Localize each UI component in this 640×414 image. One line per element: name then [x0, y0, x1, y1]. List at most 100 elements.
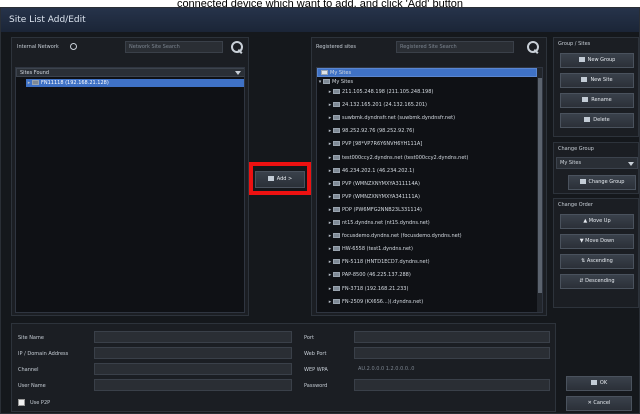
ip-domain-field[interactable] [94, 347, 292, 359]
sites-found-label: Sites Found [20, 70, 50, 76]
rename-button[interactable]: Rename [560, 93, 634, 108]
internal-network-label: Internal Network [17, 44, 59, 50]
folder-icon [321, 70, 328, 75]
device-label: FN11118 (192.168.21.128) [41, 80, 109, 86]
user-name-label: User Name [18, 383, 46, 389]
network-site-search-input[interactable]: Network Site Search [125, 41, 223, 53]
registered-site-search-input[interactable]: Registered Site Search [396, 41, 514, 53]
root-label: My Sites [330, 70, 352, 76]
site-icon [333, 220, 340, 225]
registered-site-label: PVP [98*VP7R6Y6NVH6YH111A] [342, 141, 423, 148]
registered-site-label: 24.132.165.201 (24.132.165.201) [342, 102, 428, 109]
root-dropdown[interactable]: My Sites [317, 68, 537, 77]
registered-site-label: 98.252.92.76 (98.252.92.76) [342, 128, 415, 135]
user-name-field[interactable] [94, 379, 292, 391]
new-site-label: New Site [590, 77, 613, 83]
sites-found-dropdown[interactable]: Sites Found [16, 68, 244, 77]
registered-site-label: HW-6558 (test1.dyndns.net) [342, 246, 413, 253]
registered-site-row[interactable]: ▸ test000ccy2.dyndns.net (test000ccy2.dyn… [327, 154, 468, 162]
delete-button[interactable]: Delete [560, 113, 634, 128]
site-icon [333, 193, 340, 199]
registered-site-label: FN-3718 (192.168.21.233) [342, 285, 409, 292]
registered-site-label: 211.105.248.198 (211.105.248.198) [342, 89, 434, 95]
registered-site-row[interactable]: ▸ PDP (PW6MFG2NNB23L331114) [327, 206, 422, 214]
registered-site-row[interactable]: ▸ suwbmk.dyndnsfr.net (suwbmk.dyndnsfr.ne… [327, 114, 455, 122]
port-label: Port [304, 335, 314, 341]
tree-row-device[interactable]: ▸ FN11118 (192.168.21.128) [26, 79, 244, 87]
registered-site-row[interactable]: ▸ FN-3718 (192.168.21.233) [327, 285, 408, 293]
search-icon[interactable] [526, 40, 539, 53]
scrollbar-thumb[interactable] [538, 78, 542, 293]
ok-icon [590, 380, 597, 385]
registered-site-row[interactable]: ▸ 98.252.92.76 (98.252.92.76) [327, 127, 414, 135]
registered-site-row[interactable]: ▸ nt15.dyndns.net (nt15.dyndns.net) [327, 219, 430, 227]
descending-button[interactable]: ⇵ Descending [560, 274, 634, 289]
move-up-button[interactable]: ▲ Move Up [560, 214, 634, 229]
move-down-label: Move Down [585, 238, 615, 244]
group-label: My Sites [332, 79, 354, 85]
cancel-button[interactable]: ✕ Cancel [566, 396, 632, 411]
tree-group-row[interactable]: ▾ My Sites [317, 78, 353, 86]
registered-sites-label: Registered sites [316, 44, 356, 50]
new-site-button[interactable]: New Site [560, 73, 634, 88]
change-group-button[interactable]: Change Group [568, 175, 636, 190]
ip-domain-label: IP / Domain Address [18, 351, 69, 357]
registered-site-row[interactable]: ▸ 46.234.202.1 (46.234.202.1) [327, 167, 414, 175]
vertical-scrollbar[interactable] [537, 68, 542, 312]
registered-site-row[interactable]: ▸ PAP-8500 (46.225.137.288) [327, 271, 411, 279]
registered-site-row[interactable]: ▸ HW-6558 (test1.dyndns.net) [327, 245, 413, 253]
registered-site-row[interactable]: ▸ PVP [98*VP7R6Y6NVH6YH111A] [327, 140, 422, 148]
internal-network-tree[interactable]: Sites Found ▸ FN11118 (192.168.21.128) [15, 67, 245, 313]
wep-wpa-field[interactable]: AU.2.0.0.0 1.2.0.0.0..0 [354, 363, 550, 375]
web-port-label: Web Port [304, 351, 327, 357]
window-title: Site List Add/Edit [9, 15, 86, 25]
registered-site-row[interactable]: ▸ 211.105.248.198 (211.105.248.198) [327, 88, 433, 96]
ascending-button[interactable]: ⇅ Ascending [560, 254, 634, 269]
use-p2p-checkbox[interactable] [18, 399, 25, 406]
change-order-title: Change Order [558, 202, 593, 208]
registered-site-row[interactable]: ▸ PVP (WMNZXNYMXYA341111A) [327, 193, 420, 201]
search-icon[interactable] [230, 40, 243, 53]
change-order-panel: Change Order ▲ Move Up ▼ Move Down ⇅ Asc… [553, 198, 639, 308]
site-icon [333, 285, 340, 291]
registered-site-row[interactable]: ▸ 24.132.165.201 (24.132.165.201) [327, 101, 427, 109]
rename-label: Rename [591, 97, 612, 103]
internal-network-panel: Internal Network Network Site Search Sit… [11, 37, 249, 316]
ok-label: OK [599, 380, 608, 386]
new-group-button[interactable]: New Group [560, 53, 634, 68]
registered-site-row[interactable]: ▸ focusdemo.dyndns.net (focusdemo.dyndns.… [327, 232, 462, 240]
registered-site-row[interactable]: ▸ FN-2509 (KX6S6...)(.dyndns.net) [327, 298, 423, 306]
registered-site-label: nt15.dyndns.net (nt15.dyndns.net) [342, 220, 430, 226]
password-label: Password [304, 383, 328, 389]
device-icon [32, 80, 39, 85]
site-icon [333, 180, 340, 186]
site-icon [333, 246, 340, 252]
instruction-caption: connected device which want to add, and … [0, 0, 640, 7]
registered-site-label: PVP (WMNZXNYMXYA311114A) [342, 180, 420, 187]
registered-sites-panel: Registered sites Registered Site Search … [311, 37, 547, 316]
site-icon [333, 206, 340, 212]
port-field[interactable] [354, 331, 550, 343]
password-field[interactable] [354, 379, 550, 391]
registered-sites-tree[interactable]: My Sites ▾ My Sites ▸ 211.105.248.198 (211… [316, 67, 543, 313]
change-group-dropdown[interactable]: My Sites [556, 157, 638, 169]
registered-site-label: suwbmk.dyndnsfr.net (suwbmk.dyndnsfr.net… [342, 115, 456, 122]
title-bar: Site List Add/Edit [1, 8, 639, 32]
ok-button[interactable]: OK [566, 376, 632, 391]
move-down-button[interactable]: ▼ Move Down [560, 234, 634, 249]
new-site-icon [581, 77, 588, 82]
site-icon [333, 128, 340, 134]
change-group-panel: Change Group My Sites Change Group [553, 142, 639, 194]
site-icon [333, 167, 340, 173]
registered-site-row[interactable]: ▸ PVP (WMNZXNYMXYA311114A) [327, 180, 420, 188]
registered-site-row[interactable]: ▸ FN-5118 (HNTD1ECD7.dyndns.net) [327, 258, 430, 266]
site-icon [333, 141, 340, 147]
refresh-icon[interactable] [70, 43, 77, 50]
registered-site-label: FN-2509 (KX6S6...)(.dyndns.net) [342, 298, 424, 305]
site-icon [333, 272, 340, 278]
site-icon [333, 259, 340, 265]
site-detail-form: Site Name IP / Domain Address Channel Us… [11, 323, 556, 412]
channel-field[interactable] [94, 363, 292, 375]
web-port-field[interactable] [354, 347, 550, 359]
site-name-field[interactable] [94, 331, 292, 343]
